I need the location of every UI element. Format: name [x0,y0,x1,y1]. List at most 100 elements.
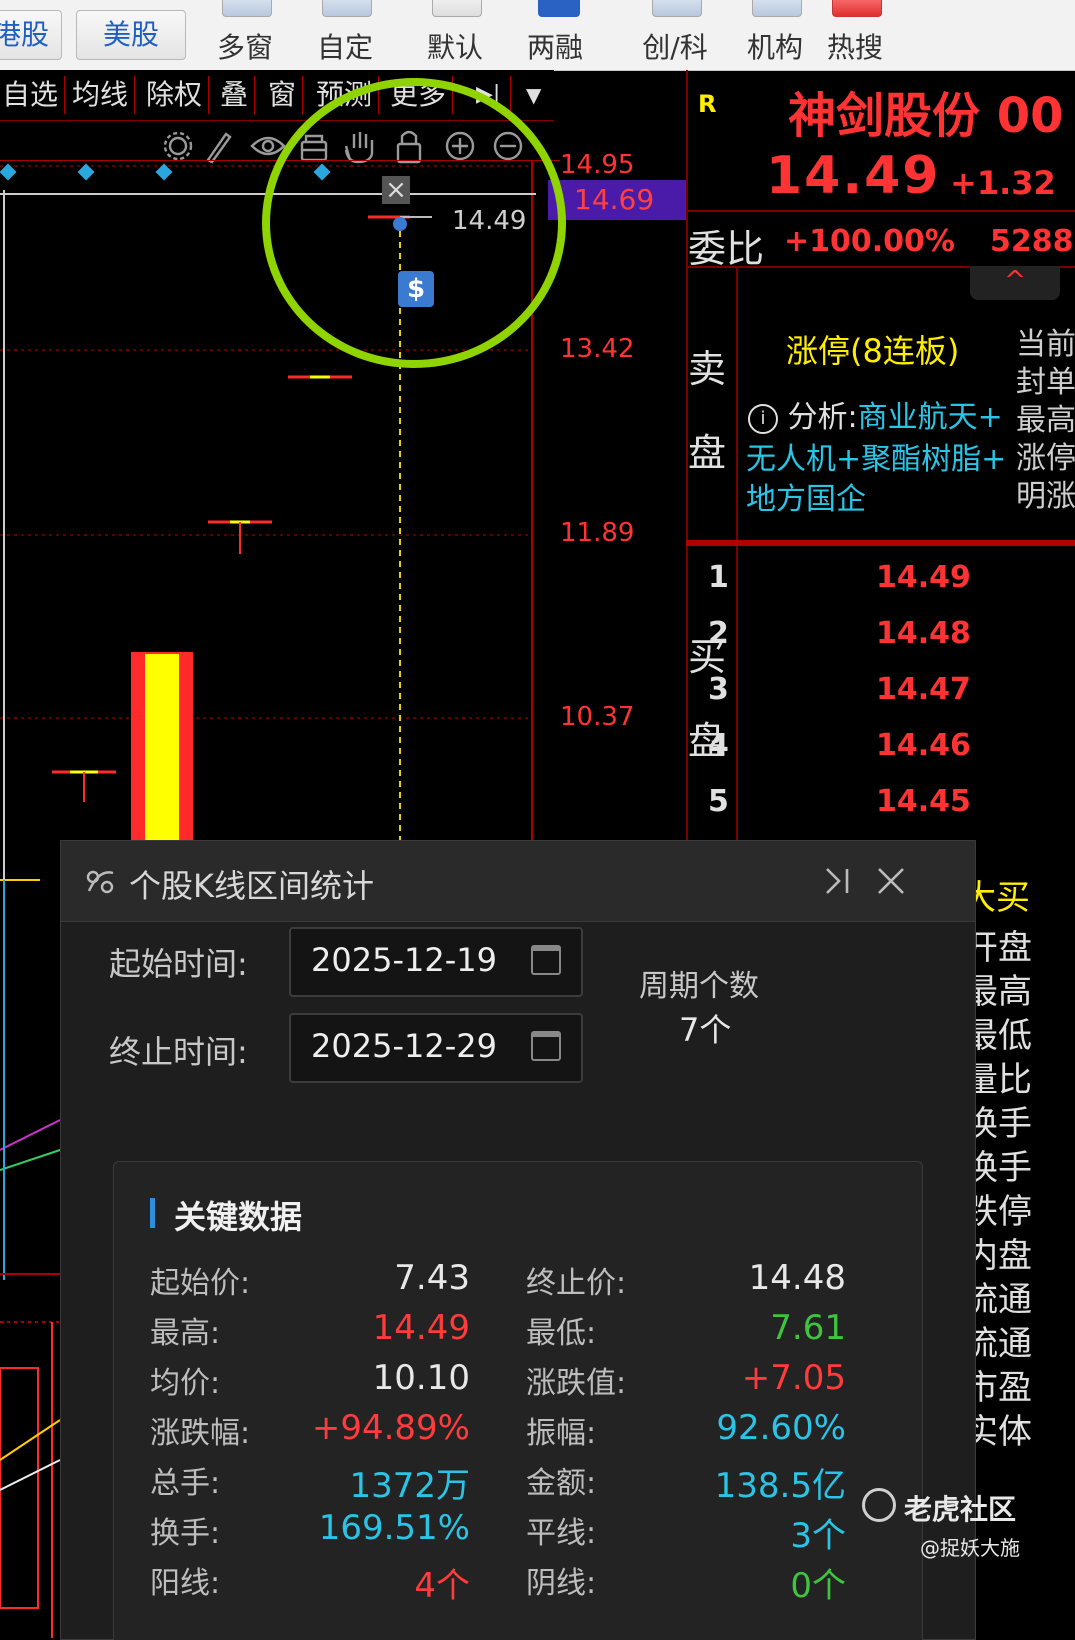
stat-label: 金额: [526,1466,597,1501]
price-change: +1.32 [950,164,1056,202]
stat-value: 10.10 [372,1358,470,1398]
stat-value: 138.5亿 [714,1466,846,1506]
institution-icon [752,0,802,17]
stat-value: 7.43 [394,1258,470,1298]
analysis-tag[interactable]: 地方国企 [746,474,866,518]
analysis-tag[interactable]: 无人机+聚酯树脂+ [746,434,1006,478]
collapse-icon[interactable]: ^ [970,266,1060,300]
stat-label: 平线: [526,1516,597,1551]
weibi-value: +100.00% [784,224,955,259]
chuang-ke-tool[interactable]: 创/科 [630,0,720,70]
dialog-title: 个股K线区间统计 [129,867,374,905]
end-time-label: 终止时间: [109,1033,248,1071]
margin-tool[interactable]: 两融 [510,0,600,70]
bid-level: 3 [708,672,729,707]
multi-window-tool[interactable]: 多窗 [200,0,290,70]
calendar-icon[interactable] [531,1031,561,1061]
stat-label: 最低: [526,1316,597,1351]
stat-value: 92.60% [716,1408,846,1448]
price-axis-label: 10.37 [560,702,635,732]
chuang-ke-icon [652,0,702,17]
tab-ex-rights[interactable]: 除权 [140,76,210,114]
bid-price[interactable]: 14.48 [876,616,971,651]
scale-icon [86,870,114,894]
stat-value: 14.49 [372,1308,470,1348]
watermark: 老虎社区 @捉妖大施 [862,1488,1075,1638]
tab-watchlist[interactable]: 自选 [0,76,66,114]
key-data-section: 关键数据 起始价: 7.43 终止价: 14.48 最高: 14.49 最低: 7.61 均价:… [113,1161,923,1640]
kline-range-stats-dialog: 个股K线区间统计 起始时间: 2025-12-19 终止时间: 2025-12-… [60,840,976,1640]
stat-label: 最高: [150,1316,221,1351]
bid-level: 1 [708,560,729,595]
bid-level: 2 [708,616,729,651]
watermark-user: @捉妖大施 [920,1536,1020,1560]
analysis-tag[interactable]: 商业航天+ [858,400,1003,435]
quote-marker: R [698,90,717,118]
stat-label: 均价: [150,1366,221,1401]
top-toolbar: 港股 美股 多窗 自定 默认 两融 创/科 机构 热搜 [0,0,1075,71]
dialog-header: 个股K线区间统计 [61,841,975,922]
section-title: 关键数据 [174,1198,303,1236]
stat-value: 14.48 [748,1258,846,1298]
bid-price[interactable]: 14.49 [876,560,971,595]
tab-overlay[interactable]: 叠 [214,76,256,114]
tab-moving-average[interactable]: 均线 [66,76,136,114]
stat-value: 3个 [790,1516,846,1556]
highlight-circle [262,78,566,368]
pen-icon[interactable] [206,132,232,164]
default-tool[interactable]: 默认 [410,0,500,70]
stat-label: 振幅: [526,1416,597,1451]
start-date-field[interactable]: 2025-12-19 [289,927,583,997]
bid-level: 5 [708,784,729,819]
stat-value: 169.51% [318,1508,470,1548]
weibi-extra: 52888 [990,224,1075,259]
stat-value: +7.05 [741,1358,846,1398]
period-count-value: 7个 [679,1011,732,1049]
end-date-field[interactable]: 2025-12-29 [289,1013,583,1083]
stat-label: 终止价: [526,1266,627,1301]
stat-label: 总手: [150,1466,221,1501]
stat-value: 1372万 [349,1466,470,1506]
limit-status: 涨停(8连板) [786,332,960,370]
tiger-logo-icon [862,1488,896,1522]
stat-value: 7.61 [770,1308,846,1348]
custom-icon [322,0,372,17]
stat-value: +94.89% [311,1408,470,1448]
gear-icon[interactable] [163,131,193,161]
stat-value: 4个 [414,1566,470,1606]
tab-dropdown[interactable]: ▼ [520,76,556,114]
bid-level: 4 [708,728,729,763]
calendar-icon[interactable] [531,945,561,975]
sell-label: 卖 [688,347,727,391]
price-axis-label: 11.89 [560,518,635,548]
hot-search-icon [832,0,882,17]
section-accent [150,1198,155,1228]
institution-tool[interactable]: 机构 [730,0,820,70]
weibi-label: 委比 [688,227,765,271]
current-price-tag: 14.69 [548,180,686,220]
tab-window[interactable]: 窗 [262,76,304,114]
custom-tool[interactable]: 自定 [300,0,390,70]
k-icon [538,0,580,17]
us-stock-button[interactable]: 美股 [76,10,186,60]
sell-label: 盘 [688,431,727,475]
price-axis-label: 13.42 [560,334,635,364]
hot-search-tool[interactable]: 热搜 [810,0,900,70]
bid-price[interactable]: 14.46 [876,728,971,763]
multi-window-icon [222,0,272,17]
hk-stock-button[interactable]: 港股 [0,10,62,60]
bid-price[interactable]: 14.45 [876,784,971,819]
analysis-row: i 分析:商业航天+ [748,392,1003,436]
close-icon[interactable] [875,865,907,897]
stock-price: 14.49 [766,146,941,206]
eye-icon[interactable] [250,136,286,156]
bid-price[interactable]: 14.47 [876,672,971,707]
start-time-label: 起始时间: [109,945,248,983]
stat-label: 涨跌幅: [150,1416,251,1451]
collapse-right-icon[interactable] [821,865,853,897]
price-axis-label: 14.95 [560,150,635,180]
stat-label: 起始价: [150,1266,251,1301]
watermark-brand: 老虎社区 [904,1493,1017,1526]
stat-label: 阳线: [150,1566,221,1601]
period-count-label: 周期个数 [639,969,759,1004]
